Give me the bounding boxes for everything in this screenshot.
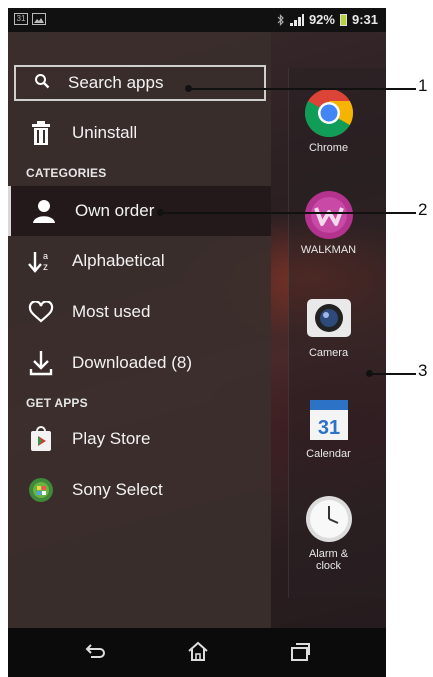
get-apps-label: Sony Select — [72, 480, 163, 499]
app-calendar[interactable]: 31 Calendar — [271, 394, 386, 460]
clock-icon — [304, 494, 354, 544]
person-icon — [29, 199, 59, 223]
get-apps-header: GET APPS — [26, 396, 88, 410]
recent-apps-button[interactable] — [288, 640, 312, 664]
camera-icon — [304, 293, 354, 343]
category-label: Own order — [75, 201, 155, 220]
search-label: Search apps — [68, 73, 164, 92]
heart-icon — [26, 301, 56, 323]
trash-icon — [26, 120, 56, 146]
category-most-used[interactable]: Most used — [8, 290, 271, 334]
app-label: Camera — [308, 347, 349, 359]
category-own-order[interactable]: Own order — [8, 186, 271, 236]
uninstall-label: Uninstall — [72, 123, 138, 142]
back-icon — [85, 644, 105, 658]
category-alphabetical[interactable]: az Alphabetical — [8, 239, 271, 283]
svg-text:a: a — [43, 251, 48, 261]
battery-percent: 92% — [308, 12, 335, 27]
alphabetical-sort-icon: az — [26, 249, 56, 273]
signal-icon — [289, 13, 304, 26]
category-label: Downloaded (8) — [72, 353, 193, 372]
clock-time: 9:31 — [351, 12, 378, 27]
download-icon — [26, 350, 56, 376]
get-apps-label: Play Store — [72, 429, 151, 448]
walkman-icon — [304, 190, 354, 240]
search-icon — [34, 73, 50, 94]
app-label: Alarm & clock — [308, 548, 349, 572]
callout-3: 3 — [418, 361, 428, 380]
app-camera[interactable]: Camera — [271, 293, 386, 359]
home-button[interactable] — [186, 640, 210, 664]
get-apps-sony-select[interactable]: Sony Select — [8, 468, 271, 512]
home-icon — [188, 641, 208, 661]
app-alarm-clock[interactable]: Alarm & clock — [271, 494, 386, 572]
calendar-icon: 31 — [304, 394, 354, 444]
svg-text:31: 31 — [317, 417, 339, 439]
category-label: Alphabetical — [72, 251, 165, 270]
categories-header: CATEGORIES — [26, 166, 107, 180]
callout-2: 2 — [418, 200, 428, 219]
callout-line — [160, 212, 416, 214]
navigation-bar — [8, 628, 386, 677]
recent-apps-icon — [291, 643, 310, 661]
get-apps-play-store[interactable]: Play Store — [8, 417, 271, 461]
callout-1: 1 — [418, 76, 428, 95]
play-store-icon — [26, 426, 56, 452]
uninstall-item[interactable]: Uninstall — [8, 111, 271, 155]
callout-line — [188, 88, 416, 90]
chrome-icon — [304, 88, 354, 138]
back-button[interactable] — [82, 640, 106, 664]
status-bar: 31 92% 9:31 — [8, 8, 386, 32]
app-label: WALKMAN — [300, 244, 357, 256]
battery-icon — [339, 13, 347, 26]
search-apps-button[interactable]: Search apps — [14, 65, 266, 101]
app-chrome[interactable]: Chrome — [271, 88, 386, 154]
category-downloaded[interactable]: Downloaded (8) — [8, 341, 271, 385]
category-label: Most used — [72, 302, 151, 321]
app-label: Chrome — [308, 142, 349, 154]
gallery-notification-icon — [32, 13, 46, 25]
calendar-notification-icon: 31 — [14, 13, 28, 25]
callout-line — [369, 373, 416, 375]
svg-text:z: z — [43, 262, 48, 273]
bluetooth-icon — [277, 13, 284, 26]
app-walkman[interactable]: WALKMAN — [271, 190, 386, 256]
app-label: Calendar — [306, 448, 351, 460]
sony-select-icon — [26, 477, 56, 503]
phone-screen: 31 92% 9:31 Chrome WALKMAN Camera 31 Cal… — [8, 8, 386, 677]
